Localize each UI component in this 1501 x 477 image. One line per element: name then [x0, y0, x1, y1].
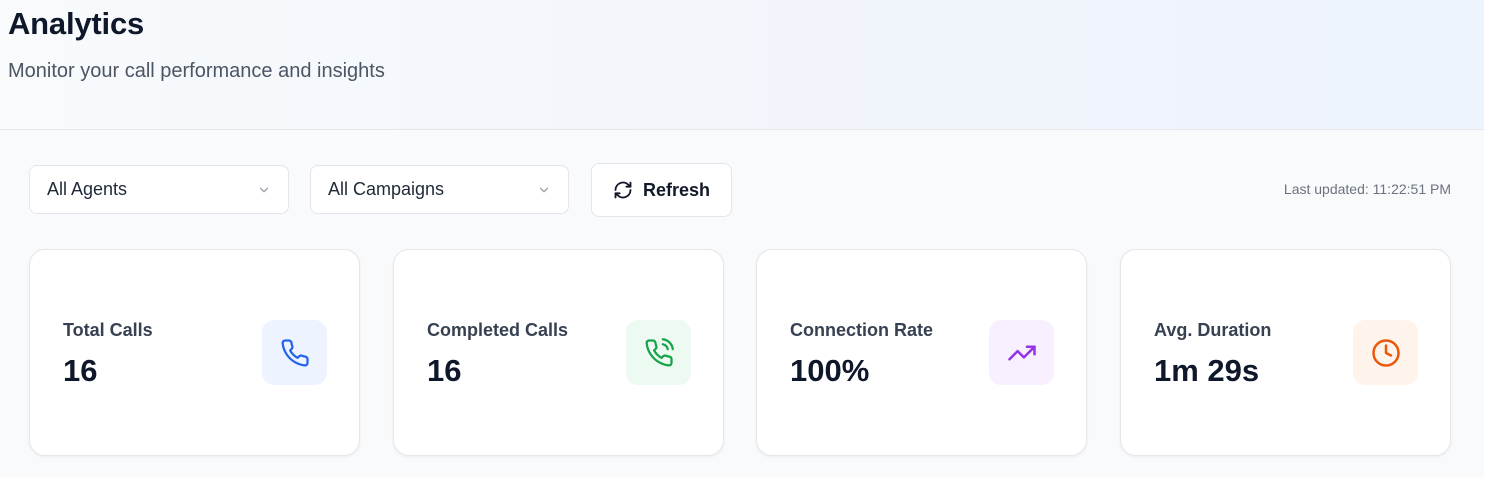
stat-card-completed-calls: Completed Calls 16: [393, 249, 724, 456]
page-title: Analytics: [8, 6, 145, 41]
phone-icon: [262, 320, 327, 385]
refresh-button-label: Refresh: [642, 179, 711, 200]
chevron-down-icon: [536, 182, 552, 198]
refresh-icon: [613, 180, 633, 200]
chevron-down-icon: [256, 182, 272, 198]
stat-value: 100%: [790, 353, 870, 388]
stat-card-total-calls: Total Calls 16: [29, 249, 360, 456]
trending-up-icon: [989, 320, 1054, 385]
scrollbar-track: [1484, 0, 1501, 477]
clock-icon: [1353, 320, 1418, 385]
stat-value: 1m 29s: [1154, 353, 1260, 388]
stat-label: Avg. Duration: [1154, 320, 1272, 340]
page-header: Analytics Monitor your call performance …: [0, 0, 1484, 130]
agent-filter-value: All Agents: [47, 179, 128, 199]
agent-filter-select[interactable]: All Agents: [29, 165, 289, 214]
page-subtitle: Monitor your call performance and insigh…: [8, 60, 385, 82]
stat-value: 16: [427, 353, 462, 388]
last-updated-text: Last updated: 11:22:51 PM: [1283, 181, 1451, 197]
campaign-filter-value: All Campaigns: [328, 179, 445, 199]
stat-value: 16: [63, 353, 98, 388]
stat-label: Completed Calls: [427, 320, 569, 340]
campaign-filter-select[interactable]: All Campaigns: [310, 165, 569, 214]
stat-card-connection-rate: Connection Rate 100%: [756, 249, 1087, 456]
phone-call-icon: [626, 320, 691, 385]
stat-card-avg-duration: Avg. Duration 1m 29s: [1120, 249, 1451, 456]
refresh-button[interactable]: Refresh: [591, 163, 732, 217]
stat-label: Total Calls: [63, 320, 153, 340]
stat-label: Connection Rate: [790, 320, 934, 340]
